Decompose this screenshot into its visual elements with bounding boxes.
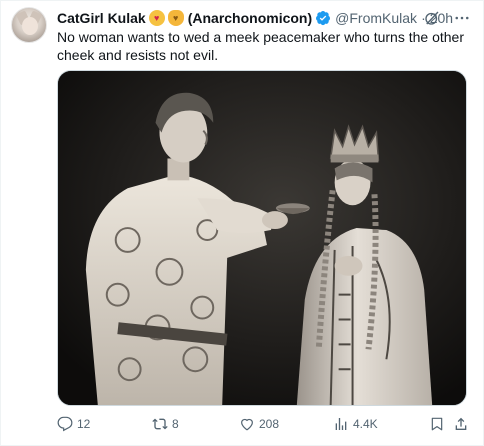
avatar[interactable]	[11, 7, 47, 43]
tweet-card[interactable]: CatGirl Kulak ♥ ♥ (Anarchonomicon) @From…	[0, 0, 484, 446]
like-button[interactable]: 208	[239, 413, 279, 435]
retweet-count: 8	[172, 417, 179, 431]
views-count: 4.4K	[353, 417, 378, 431]
share-icon	[455, 417, 467, 430]
tweet-photo[interactable]	[57, 70, 467, 406]
reply-icon	[57, 416, 73, 432]
author-name[interactable]: CatGirl Kulak	[57, 10, 146, 26]
tweet-header: CatGirl Kulak ♥ ♥ (Anarchonomicon) @From…	[57, 8, 473, 28]
tweet-text: No woman wants to wed a meek peacemaker …	[57, 29, 464, 63]
cat-heart-eyes-emoji: ♥	[167, 10, 184, 26]
retweet-icon	[152, 418, 168, 430]
author-name-suffix[interactable]: (Anarchonomicon)	[188, 10, 312, 26]
more-icon[interactable]	[453, 9, 471, 27]
verified-badge-icon[interactable]	[315, 10, 331, 26]
grok-icon[interactable]	[423, 9, 441, 27]
bookmark-icon	[431, 417, 443, 431]
heart-eyes-emoji: ♥	[148, 10, 165, 26]
views-icon	[335, 418, 347, 430]
heart-icon	[241, 418, 253, 431]
film-still-image	[58, 71, 466, 405]
author-handle[interactable]: @FromKulak	[335, 10, 417, 26]
share-button[interactable]	[453, 413, 473, 435]
views-button[interactable]: 4.4K	[333, 413, 378, 435]
reply-count: 12	[77, 417, 91, 431]
reply-button[interactable]: 12	[57, 413, 90, 435]
like-count: 208	[259, 417, 280, 431]
bookmark-button[interactable]	[429, 413, 449, 435]
tweet-actions: 12 8 208 4.4K	[57, 413, 471, 435]
retweet-button[interactable]: 8	[152, 413, 179, 435]
